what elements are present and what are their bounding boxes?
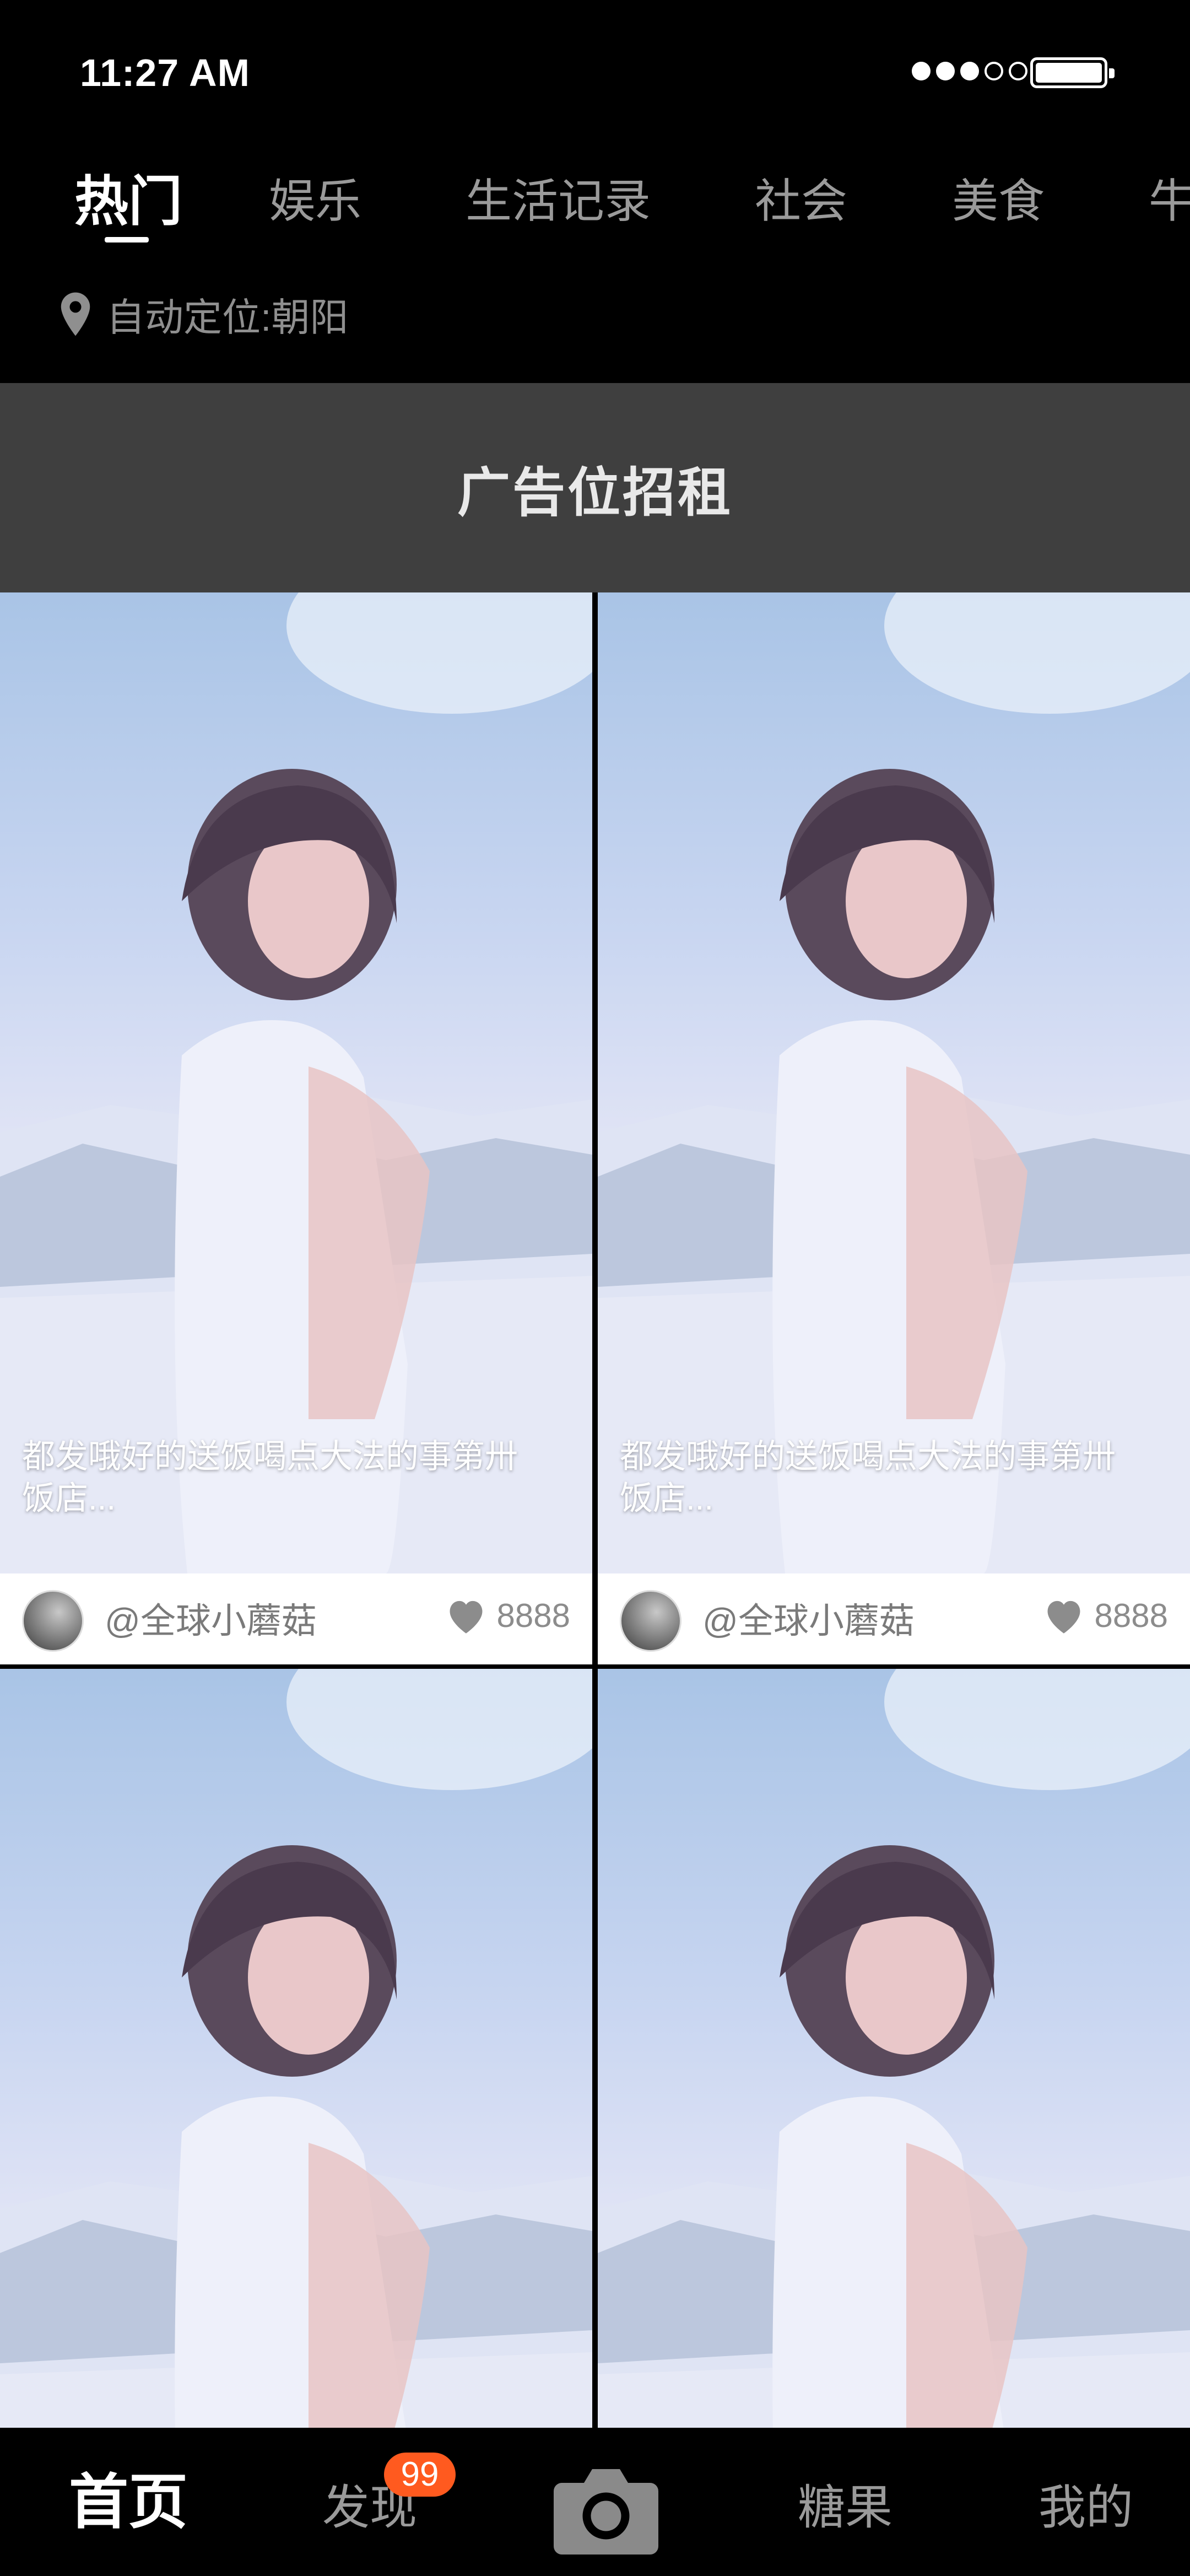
- tab-society[interactable]: 社会: [755, 165, 847, 248]
- tab-more[interactable]: 牛: [1149, 165, 1190, 248]
- feed-photo: [0, 1669, 592, 2428]
- card-caption: 都发哦好的送饭喝点大法的事第卅饭店...: [620, 1438, 1116, 1517]
- feed-card[interactable]: [0, 1664, 592, 2428]
- location-text: 自动定位:朝阳: [106, 295, 349, 339]
- tab-life-record[interactable]: 生活记录: [466, 165, 651, 248]
- feed-photo: 都发哦好的送饭喝点大法的事第卅饭店...: [0, 592, 592, 1573]
- content-feed[interactable]: 都发哦好的送饭喝点大法的事第卅饭店... @全球小蘑菇 8888 都发哦好的送饭…: [0, 592, 1190, 2428]
- location-selector[interactable]: 自动定位:朝阳: [58, 287, 348, 342]
- camera-icon[interactable]: [551, 2461, 661, 2557]
- ad-banner-text: 广告位招租: [457, 463, 733, 522]
- active-tab-indicator: [105, 237, 149, 242]
- location-pin-icon: [61, 292, 90, 336]
- status-bar: 11:27 AM: [0, 0, 1190, 143]
- category-tabs: 热门 娱乐 生活记录 社会 美食 牛: [0, 165, 1190, 248]
- like-button[interactable]: 8888: [444, 1596, 570, 1635]
- feed-card[interactable]: [598, 1664, 1190, 2428]
- feed-photo: 都发哦好的送饭喝点大法的事第卅饭店...: [598, 592, 1190, 1573]
- like-button[interactable]: 8888: [1042, 1596, 1168, 1635]
- like-count: 8888: [1094, 1597, 1168, 1634]
- feed-card[interactable]: 都发哦好的送饭喝点大法的事第卅饭店... @全球小蘑菇 8888: [0, 592, 592, 1664]
- card-meta: @全球小蘑菇 8888: [598, 1573, 1190, 1664]
- tab-hot[interactable]: 热门: [74, 165, 182, 248]
- feed-card[interactable]: 都发哦好的送饭喝点大法的事第卅饭店... @全球小蘑菇 8888: [598, 592, 1190, 1664]
- card-meta: @全球小蘑菇 8888: [0, 1573, 592, 1664]
- like-count: 8888: [496, 1597, 570, 1634]
- nav-home[interactable]: 首页: [69, 2472, 188, 2532]
- nav-candy[interactable]: 糖果: [798, 2480, 892, 2535]
- nav-mine[interactable]: 我的: [1038, 2480, 1133, 2535]
- card-username[interactable]: @全球小蘑菇: [702, 1593, 915, 1648]
- signal-strength-icon: [912, 62, 1027, 80]
- status-time: 11:27 AM: [80, 51, 250, 94]
- battery-icon: [1030, 57, 1115, 88]
- feed-photo: [598, 1669, 1190, 2428]
- heart-icon: [450, 1600, 482, 1634]
- ad-banner[interactable]: 广告位招租: [0, 383, 1190, 592]
- card-username[interactable]: @全球小蘑菇: [105, 1593, 317, 1648]
- notification-badge: 99: [384, 2453, 456, 2497]
- heart-icon: [1047, 1600, 1080, 1634]
- card-caption: 都发哦好的送饭喝点大法的事第卅饭店...: [22, 1438, 518, 1517]
- avatar[interactable]: [620, 1590, 681, 1652]
- avatar[interactable]: [22, 1590, 84, 1652]
- tab-food[interactable]: 美食: [952, 165, 1045, 248]
- tab-entertainment[interactable]: 娱乐: [269, 165, 361, 248]
- bottom-nav: 首页 发现 99 糖果 我的: [0, 2428, 1190, 2576]
